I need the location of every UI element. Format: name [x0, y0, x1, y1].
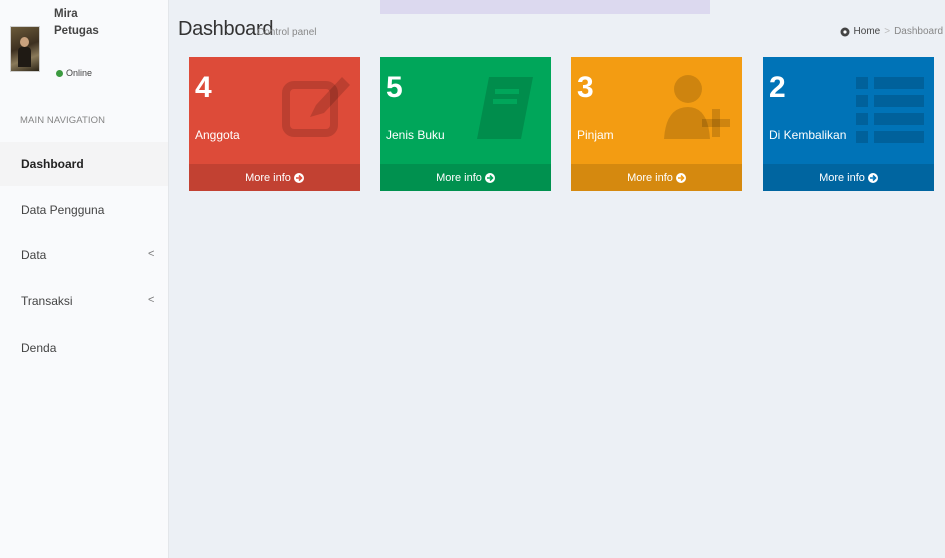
book-icon: [477, 77, 533, 139]
dashboard-icon: [840, 27, 850, 36]
sidebar-item-label: Denda: [21, 341, 57, 355]
box-value: 2: [769, 71, 786, 104]
sidebar-item-label: Data: [21, 248, 47, 262]
sidebar-item-transaksi[interactable]: Transaksi <: [0, 279, 168, 323]
arrow-circle-right-icon: [484, 172, 495, 183]
sidebar-item-label: Transaksi: [21, 294, 73, 308]
box-anggota: 4 Anggota More info: [189, 57, 360, 191]
chevron-left-icon: <: [148, 248, 155, 260]
sidebar: Mira Petugas Online MAIN NAVIGATION Dash…: [0, 0, 169, 558]
user-panel: Mira Petugas Online: [0, 0, 168, 100]
sidebar-item-dashboard[interactable]: Dashboard: [0, 142, 168, 186]
sidebar-item-data[interactable]: Data <: [0, 233, 168, 277]
breadcrumb-separator: >: [884, 26, 891, 37]
more-info-label: More info: [627, 171, 673, 184]
breadcrumb-current: Dashboard: [894, 26, 943, 37]
more-info-link[interactable]: More info: [571, 164, 742, 191]
user-name: Mira Petugas: [54, 8, 99, 37]
box-value: 3: [577, 71, 594, 104]
chevron-left-icon: <: [148, 294, 155, 306]
list-icon: [856, 77, 924, 143]
box-value: 5: [386, 71, 403, 104]
sidebar-item-label: Dashboard: [21, 157, 84, 171]
user-plus-icon: [664, 75, 730, 139]
sidebar-item-denda[interactable]: Denda: [0, 326, 168, 370]
box-value: 4: [195, 71, 212, 104]
more-info-link[interactable]: More info: [189, 164, 360, 191]
online-status-icon: [56, 69, 63, 77]
box-di-kembalikan: 2 Di Kembalikan More info: [763, 57, 934, 191]
box-label: Pinjam: [577, 128, 614, 142]
sidebar-item-label: Data Pengguna: [21, 203, 105, 217]
sidebar-item-data-pengguna[interactable]: Data Pengguna: [0, 188, 168, 232]
more-info-link[interactable]: More info: [763, 164, 934, 191]
box-label: Di Kembalikan: [769, 128, 847, 142]
user-status-text: Online: [66, 68, 93, 78]
arrow-circle-right-icon: [675, 172, 686, 183]
breadcrumb-home[interactable]: Home: [854, 26, 881, 37]
page-subtitle: Control panel: [257, 27, 317, 38]
arrow-circle-right-icon: [867, 172, 878, 183]
box-label: Anggota: [195, 128, 240, 142]
more-info-label: More info: [245, 171, 291, 184]
user-status: Online: [56, 68, 92, 78]
more-info-label: More info: [819, 171, 865, 184]
more-info-label: More info: [436, 171, 482, 184]
nav-header: MAIN NAVIGATION: [20, 115, 106, 126]
breadcrumb: Home > Dashboard: [840, 26, 943, 37]
top-decoration: [380, 0, 710, 14]
more-info-link[interactable]: More info: [380, 164, 551, 191]
arrow-circle-right-icon: [293, 172, 304, 183]
avatar[interactable]: [10, 26, 40, 72]
box-jenis-buku: 5 Jenis Buku More info: [380, 57, 551, 191]
box-pinjam: 3 Pinjam More info: [571, 57, 742, 191]
edit-icon: [282, 77, 350, 137]
box-label: Jenis Buku: [386, 128, 445, 142]
